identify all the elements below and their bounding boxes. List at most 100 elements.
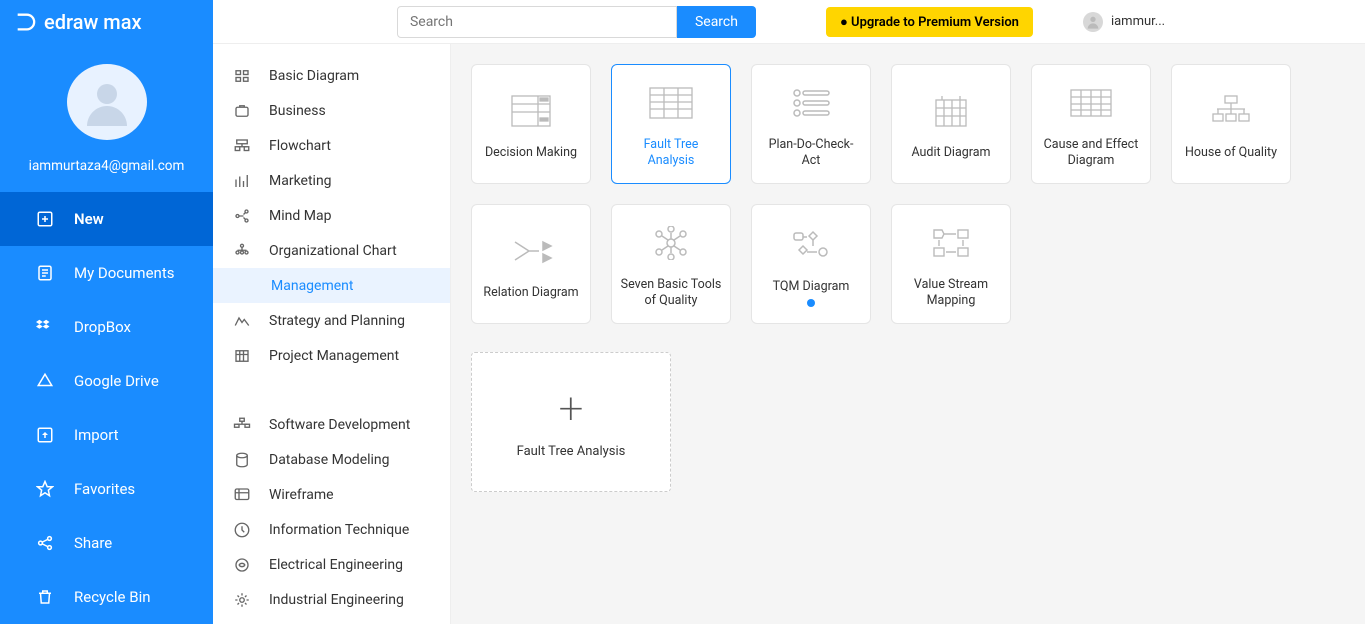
- nav-list: New My Documents DropBox Google Drive Im…: [0, 192, 213, 624]
- main: iammurtaza4@gmail.com New My Documents D…: [0, 44, 1365, 624]
- nav-share[interactable]: Share: [0, 516, 213, 570]
- star-icon: [34, 480, 56, 498]
- nav-label: Import: [74, 426, 119, 444]
- nav-label: Favorites: [74, 480, 135, 498]
- content-area: Decision Making Fault Tree Analysis Plan-D…: [451, 44, 1365, 624]
- category-icon: [231, 486, 253, 504]
- category-label: Mind Map: [269, 208, 331, 224]
- category-information-technique[interactable]: Information Technique: [213, 512, 450, 547]
- nav-label: New: [74, 210, 104, 228]
- nav-favorites[interactable]: Favorites: [0, 462, 213, 516]
- search-button[interactable]: Search: [677, 6, 756, 38]
- template-cause-and-effect-diagram[interactable]: Cause and Effect Diagram: [1031, 64, 1151, 184]
- category-label: Business: [269, 103, 326, 119]
- nav-mydocs[interactable]: My Documents: [0, 246, 213, 300]
- nav-dropbox[interactable]: DropBox: [0, 300, 213, 354]
- template-icon: [934, 87, 968, 135]
- template-decision-making[interactable]: Decision Making: [471, 64, 591, 184]
- template-label: Audit Diagram: [911, 145, 990, 161]
- profile-email: iammurtaza4@gmail.com: [29, 158, 185, 174]
- category-wireframe[interactable]: Wireframe: [213, 477, 450, 512]
- template-icon: [1069, 79, 1113, 127]
- template-audit-diagram[interactable]: Audit Diagram: [891, 64, 1011, 184]
- template-icon: [509, 227, 553, 275]
- template-label: Value Stream Mapping: [900, 277, 1002, 310]
- app-name: edraw max: [44, 10, 142, 34]
- template-icon: [510, 87, 552, 135]
- template-value-stream-mapping[interactable]: Value Stream Mapping: [891, 204, 1011, 324]
- category-column: Basic Diagram Business Flowchart Marketing M…: [213, 44, 451, 624]
- template-plan-do-check-act[interactable]: Plan-Do-Check-Act: [751, 64, 871, 184]
- template-icon: [791, 221, 831, 269]
- dropbox-icon: [34, 318, 56, 336]
- category-management[interactable]: Management: [213, 268, 450, 303]
- template-label: Fault Tree Analysis: [620, 137, 722, 170]
- upgrade-button[interactable]: ● Upgrade to Premium Version: [826, 7, 1033, 37]
- category-industrial-engineering[interactable]: Industrial Engineering: [213, 582, 450, 617]
- category-icon: [231, 556, 253, 574]
- plus-icon: [34, 210, 56, 228]
- category-icon: [231, 521, 253, 539]
- category-strategy-and-planning[interactable]: Strategy and Planning: [213, 303, 450, 338]
- category-flowchart[interactable]: Flowchart: [213, 128, 450, 163]
- category-icon: [231, 416, 253, 434]
- category-basic-diagram[interactable]: Basic Diagram: [213, 58, 450, 93]
- template-fault-tree-analysis[interactable]: Fault Tree Analysis: [611, 64, 731, 184]
- category-marketing[interactable]: Marketing: [213, 163, 450, 198]
- template-seven-basic-tools-of-quality[interactable]: Seven Basic Tools of Quality: [611, 204, 731, 324]
- profile-avatar[interactable]: [67, 64, 147, 140]
- template-icon: [1209, 87, 1253, 135]
- category-label: Organizational Chart: [269, 243, 397, 259]
- category-label: Software Development: [269, 417, 410, 433]
- logo-icon: [14, 11, 36, 33]
- nav-label: My Documents: [74, 264, 174, 282]
- category-organizational-chart[interactable]: Organizational Chart: [213, 233, 450, 268]
- template-grid-2: Relation Diagram Seven Basic Tools of Qua…: [471, 204, 1345, 324]
- category-electrical-engineering[interactable]: Electrical Engineering: [213, 547, 450, 582]
- category-label: Electrical Engineering: [269, 557, 403, 573]
- category-icon: [231, 451, 253, 469]
- search-input[interactable]: [397, 6, 677, 38]
- template-label: Seven Basic Tools of Quality: [620, 277, 722, 310]
- trash-icon: [34, 588, 56, 606]
- user-menu[interactable]: iammur...: [1083, 12, 1165, 32]
- category-label: Management: [271, 278, 353, 294]
- category-business[interactable]: Business: [213, 93, 450, 128]
- nav-new[interactable]: New: [0, 192, 213, 246]
- category-label: Project Management: [269, 348, 399, 364]
- category-icon: [231, 67, 253, 85]
- sidebar: iammurtaza4@gmail.com New My Documents D…: [0, 44, 213, 624]
- topbar: edraw max Search ● Upgrade to Premium Ve…: [0, 0, 1365, 44]
- category-icon: [231, 347, 253, 365]
- nav-label: Recycle Bin: [74, 588, 151, 606]
- template-house-of-quality[interactable]: House of Quality: [1171, 64, 1291, 184]
- share-icon: [34, 534, 56, 552]
- nav-gdrive[interactable]: Google Drive: [0, 354, 213, 408]
- category-label: Information Technique: [269, 522, 409, 538]
- category-label: Strategy and Planning: [269, 313, 405, 329]
- nav-import[interactable]: Import: [0, 408, 213, 462]
- category-software-development[interactable]: Software Development: [213, 407, 450, 442]
- template-tqm-diagram[interactable]: TQM Diagram: [751, 204, 871, 324]
- search-wrap: Search: [397, 6, 756, 38]
- nav-recycle[interactable]: Recycle Bin: [0, 570, 213, 624]
- topbar-center: Search ● Upgrade to Premium Version iamm…: [213, 6, 1365, 38]
- import-icon: [34, 426, 56, 444]
- category-label: Basic Diagram: [269, 68, 359, 84]
- template-icon: [648, 79, 694, 127]
- template-relation-diagram[interactable]: Relation Diagram: [471, 204, 591, 324]
- category-mind-map[interactable]: Mind Map: [213, 198, 450, 233]
- new-template-card[interactable]: + Fault Tree Analysis: [471, 352, 671, 492]
- template-icon: [791, 79, 831, 127]
- new-card-label: Fault Tree Analysis: [517, 444, 626, 459]
- category-label: Marketing: [269, 173, 332, 189]
- template-label: House of Quality: [1185, 145, 1277, 161]
- app-logo: edraw max: [0, 0, 213, 44]
- category-database-modeling[interactable]: Database Modeling: [213, 442, 450, 477]
- template-label: Plan-Do-Check-Act: [760, 137, 862, 170]
- category-icon: [231, 102, 253, 120]
- template-label: Relation Diagram: [483, 285, 578, 301]
- category-project-management[interactable]: Project Management: [213, 338, 450, 373]
- category-label: Flowchart: [269, 138, 331, 154]
- nav-label: Share: [74, 534, 112, 552]
